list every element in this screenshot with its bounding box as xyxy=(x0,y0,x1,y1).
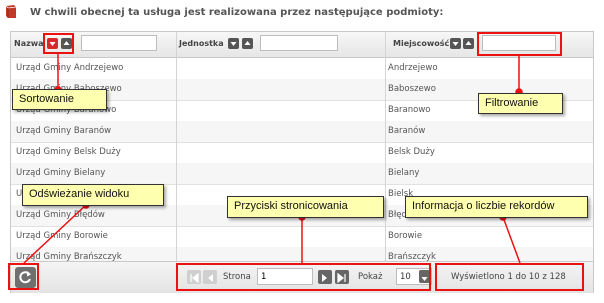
table-row[interactable]: Urząd Gminy Baranów Baranów xyxy=(11,121,593,143)
table-row[interactable]: Urząd Gminy Bielany Bielany xyxy=(11,163,593,185)
sort-desc-button[interactable] xyxy=(450,38,461,49)
cell-miejscowosc: Baranów xyxy=(388,126,426,136)
sort-asc-button[interactable] xyxy=(463,38,474,49)
column-divider xyxy=(385,32,386,264)
annotation-paging: Przyciski stronicowania xyxy=(227,196,384,218)
cell-miejscowosc: Baranowo xyxy=(388,105,431,115)
cell-miejscowosc: Andrzejewo xyxy=(388,63,438,73)
records-highlight xyxy=(435,263,584,291)
filter-input-nazwa[interactable] xyxy=(81,35,157,51)
sort-asc-button[interactable] xyxy=(242,38,253,49)
sort-desc-button[interactable] xyxy=(228,38,239,49)
cell-miejscowosc: Bielany xyxy=(388,168,420,178)
annotation-sort: Sortowanie xyxy=(12,89,107,110)
table-row[interactable]: Urząd Gminy Belsk Duży Belsk Duży xyxy=(11,142,593,164)
cell-nazwa: Urząd Gminy Baranów xyxy=(16,126,112,136)
column-divider xyxy=(176,32,177,264)
annotation-refresh: Odświeżanie widoku xyxy=(22,184,164,206)
column-header-nazwa: Nazwa xyxy=(11,32,176,57)
filter-input-jednostka[interactable] xyxy=(260,35,338,51)
cell-nazwa: Urząd Gminy Andrzejewo xyxy=(16,63,124,73)
column-header-jednostka: Jednostka xyxy=(176,32,385,57)
paging-highlight xyxy=(176,263,431,291)
page-title: W chwili obecnej ta usługa jest realizow… xyxy=(30,7,444,18)
cell-nazwa: Urząd Gminy Borowie xyxy=(16,231,108,241)
column-label: Jednostka xyxy=(179,39,224,48)
cell-nazwa: Urząd Gminy Błędów xyxy=(16,210,105,220)
cell-miejscowosc: Belsk Duży xyxy=(388,147,435,157)
table-row[interactable]: Urząd Gminy Borowie Borowie xyxy=(11,226,593,248)
table-row[interactable]: Urząd Gminy Andrzejewo Andrzejewo xyxy=(11,58,593,80)
data-grid: Nazwa Jednostka Miejscowość Urząd Gminy … xyxy=(10,31,594,293)
cell-nazwa: Urząd Gminy Bielany xyxy=(16,168,106,178)
column-label: Nazwa xyxy=(14,39,44,48)
refresh-highlight xyxy=(8,263,39,290)
annotation-filter: Filtrowanie xyxy=(478,93,563,114)
annotation-records: Informacja o liczbie rekordów xyxy=(405,196,588,218)
filter-highlight xyxy=(477,32,562,56)
column-label: Miejscowość xyxy=(393,39,450,48)
sort-highlight xyxy=(43,33,74,54)
cell-miejscowosc: Borowie xyxy=(388,231,423,241)
cell-miejscowosc: Baboszewo xyxy=(388,84,436,94)
book-icon xyxy=(5,5,17,18)
cell-nazwa: Urząd Gminy Belsk Duży xyxy=(16,147,121,157)
